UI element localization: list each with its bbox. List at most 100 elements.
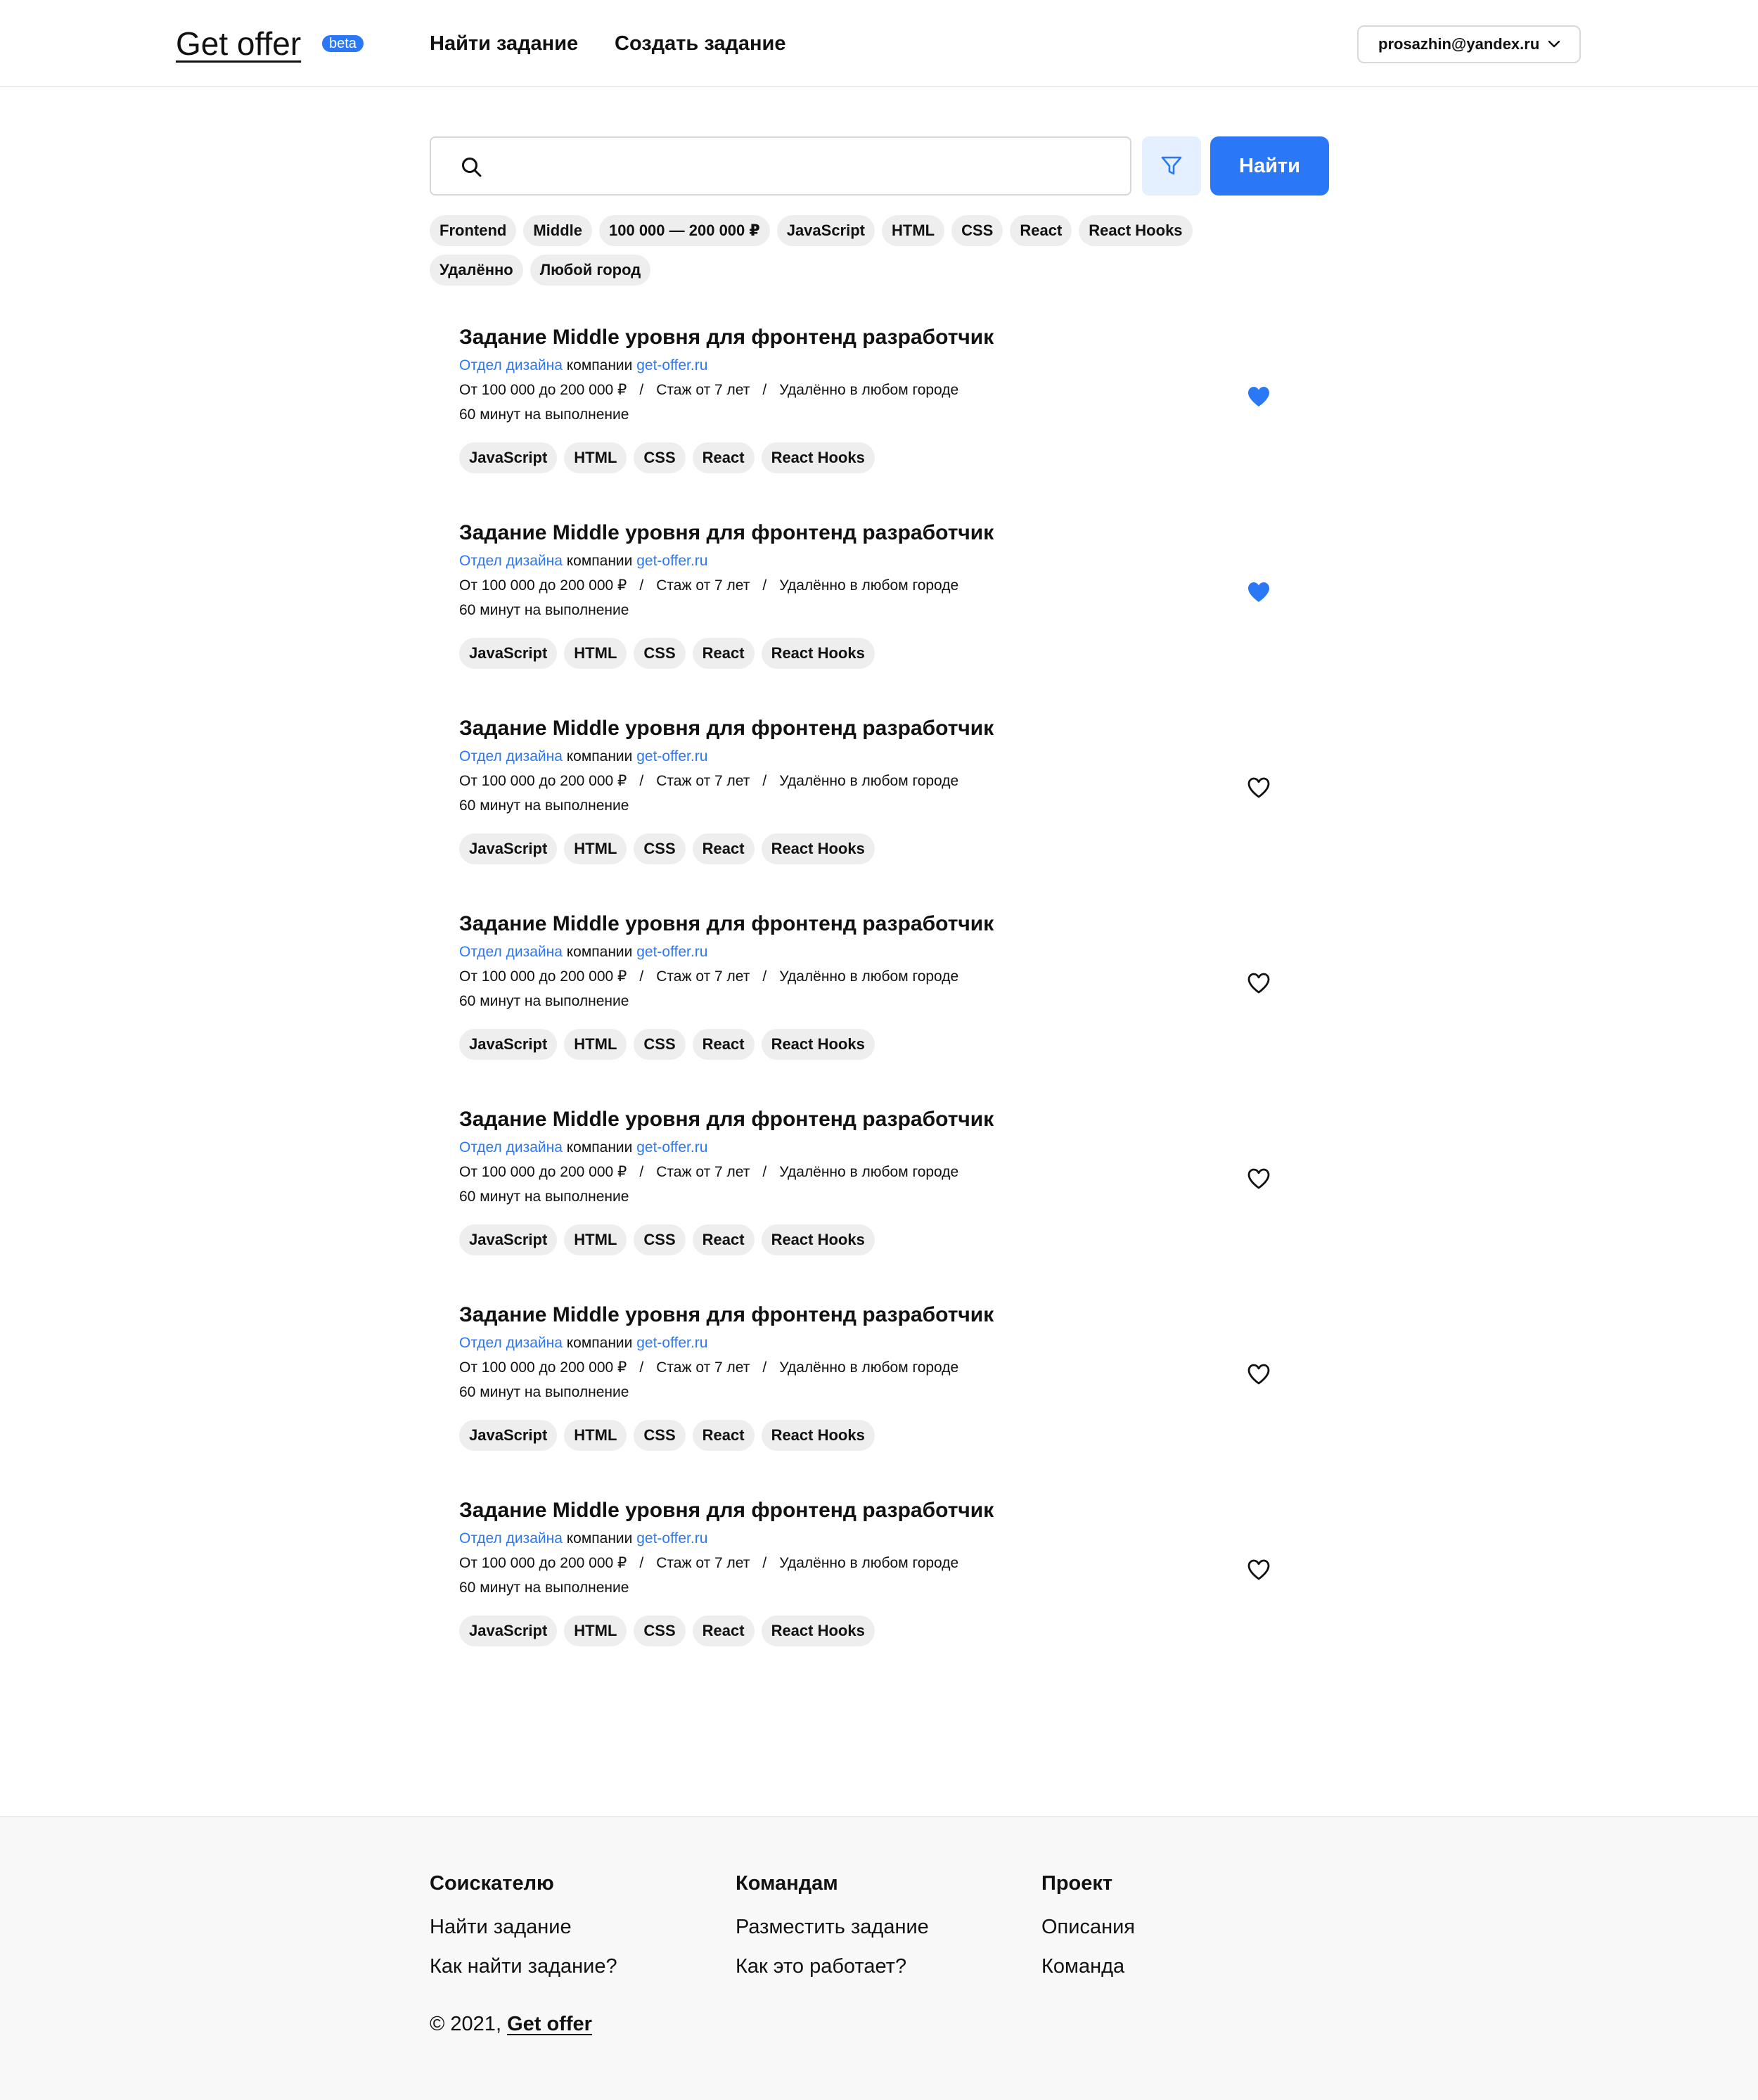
task-card[interactable]: Задание Middle уровня для фронтенд разра… [459,518,1303,713]
task-title[interactable]: Задание Middle уровня для фронтенд разра… [459,909,1303,940]
heart-icon[interactable] [1247,776,1271,799]
task-company-line: Отдел дизайна компании get-offer.ru [459,1526,1303,1551]
task-tag: JavaScript [459,1224,558,1255]
task-experience: Стаж от 7 лет [656,382,750,398]
site-footer: Соискателю Найти задание Как найти задан… [0,1816,1758,2100]
task-card[interactable]: Задание Middle уровня для фронтенд разра… [459,322,1303,518]
department-link[interactable]: Отдел дизайна [459,553,563,569]
task-tag: React Hooks [761,442,875,473]
search-box[interactable] [430,136,1131,196]
company-link[interactable]: get-offer.ru [636,553,707,569]
nav-create-task[interactable]: Создать задание [615,30,785,58]
heart-icon[interactable] [1247,1167,1271,1190]
task-card[interactable]: Задание Middle уровня для фронтенд разра… [459,1300,1303,1495]
chevron-down-icon [1548,40,1560,48]
task-location: Удалённо в любом городе [779,577,959,594]
task-tag: React [692,1029,755,1060]
task-title[interactable]: Задание Middle уровня для фронтенд разра… [459,518,1303,549]
user-email: prosazhin@yandex.ru [1378,35,1540,53]
task-title[interactable]: Задание Middle уровня для фронтенд разра… [459,1495,1303,1526]
filter-chip[interactable]: CSS [951,215,1003,246]
company-link[interactable]: get-offer.ru [636,944,707,960]
task-tag: CSS [634,1224,686,1255]
beta-badge: beta [322,35,364,52]
task-location: Удалённо в любом городе [779,1359,959,1376]
department-link[interactable]: Отдел дизайна [459,1335,563,1351]
department-link[interactable]: Отдел дизайна [459,357,563,373]
footer-link-descriptions[interactable]: Описания [1041,1907,1135,1947]
filter-chip[interactable]: Любой город [530,255,651,286]
department-link[interactable]: Отдел дизайна [459,1139,563,1155]
separator: / [762,577,767,594]
task-salary: От 100 000 до 200 000 ₽ [459,1555,627,1571]
heart-icon[interactable] [1247,1558,1271,1581]
task-card[interactable]: Задание Middle уровня для фронтенд разра… [459,713,1303,909]
filter-chip[interactable]: React [1010,215,1072,246]
company-word: компании [562,944,637,960]
task-meta-line: От 100 000 до 200 000 ₽ / Стаж от 7 лет / Уд… [459,1551,1303,1575]
separator: / [639,1164,644,1180]
footer-link-find-task[interactable]: Найти задание [430,1907,617,1947]
site-header: Get offer beta Найти задание Создать зад… [0,0,1758,87]
heart-icon[interactable] [1247,581,1271,603]
separator: / [639,968,644,985]
company-link[interactable]: get-offer.ru [636,1530,707,1547]
task-salary: От 100 000 до 200 000 ₽ [459,382,627,398]
company-link[interactable]: get-offer.ru [636,748,707,764]
task-experience: Стаж от 7 лет [656,1359,750,1376]
task-tag: React Hooks [761,1420,875,1451]
task-title[interactable]: Задание Middle уровня для фронтенд разра… [459,1300,1303,1331]
filter-chip[interactable]: React Hooks [1079,215,1193,246]
task-title[interactable]: Задание Middle уровня для фронтенд разра… [459,1104,1303,1135]
task-location: Удалённо в любом городе [779,1555,959,1571]
footer-link-how-find[interactable]: Как найти задание? [430,1947,617,1986]
logo[interactable]: Get offer [176,21,301,66]
task-card[interactable]: Задание Middle уровня для фронтенд разра… [459,909,1303,1104]
filter-chip[interactable]: 100 000 — 200 000 ₽ [599,215,770,246]
search-input[interactable] [494,146,1113,186]
task-card[interactable]: Задание Middle уровня для фронтенд разра… [459,1104,1303,1300]
task-card[interactable]: Задание Middle уровня для фронтенд разра… [459,1495,1303,1691]
filter-chip[interactable]: JavaScript [776,215,875,246]
task-salary: От 100 000 до 200 000 ₽ [459,577,627,594]
department-link[interactable]: Отдел дизайна [459,1530,563,1547]
company-link[interactable]: get-offer.ru [636,1335,707,1351]
task-location: Удалённо в любом городе [779,382,959,398]
task-tags: JavaScript HTML CSS React React Hooks [459,1615,1303,1646]
department-link[interactable]: Отдел дизайна [459,748,563,764]
task-tag: CSS [634,638,686,669]
task-company-line: Отдел дизайна компании get-offer.ru [459,744,1303,769]
task-tag: JavaScript [459,1420,558,1451]
task-location: Удалённо в любом городе [779,1164,959,1180]
filter-chip[interactable]: Удалённо [430,255,523,286]
task-company-line: Отдел дизайна компании get-offer.ru [459,940,1303,964]
department-link[interactable]: Отдел дизайна [459,944,563,960]
company-link[interactable]: get-offer.ru [636,1139,707,1155]
task-title[interactable]: Задание Middle уровня для фронтенд разра… [459,322,1303,353]
nav-find-task[interactable]: Найти задание [430,30,578,58]
filter-chip[interactable]: Middle [523,215,592,246]
footer-link-how-works[interactable]: Как это работает? [736,1947,929,1986]
find-button[interactable]: Найти [1210,136,1329,196]
filter-chip[interactable]: Frontend [430,215,517,246]
task-title[interactable]: Задание Middle уровня для фронтенд разра… [459,713,1303,744]
separator: / [639,382,644,398]
company-link[interactable]: get-offer.ru [636,357,707,373]
footer-link-post-task[interactable]: Разместить задание [736,1907,929,1947]
task-tags: JavaScript HTML CSS React React Hooks [459,638,1303,669]
filter-button[interactable] [1142,136,1201,196]
task-meta-line: От 100 000 до 200 000 ₽ / Стаж от 7 лет / Уд… [459,1355,1303,1380]
company-word: компании [562,357,637,373]
copyright-brand-link[interactable]: Get offer [507,2013,592,2035]
user-menu[interactable]: prosazhin@yandex.ru [1357,25,1581,63]
footer-heading: Командам [736,1872,838,1895]
task-experience: Стаж от 7 лет [656,968,750,985]
filter-chip[interactable]: HTML [882,215,945,246]
task-company-line: Отдел дизайна компании get-offer.ru [459,1331,1303,1355]
heart-icon[interactable] [1247,1363,1271,1385]
heart-icon[interactable] [1247,972,1271,994]
copyright: © 2021, Get offer [430,2009,592,2040]
footer-link-team[interactable]: Команда [1041,1947,1135,1986]
task-tags: JavaScript HTML CSS React React Hooks [459,1029,1303,1060]
heart-icon[interactable] [1247,385,1271,408]
